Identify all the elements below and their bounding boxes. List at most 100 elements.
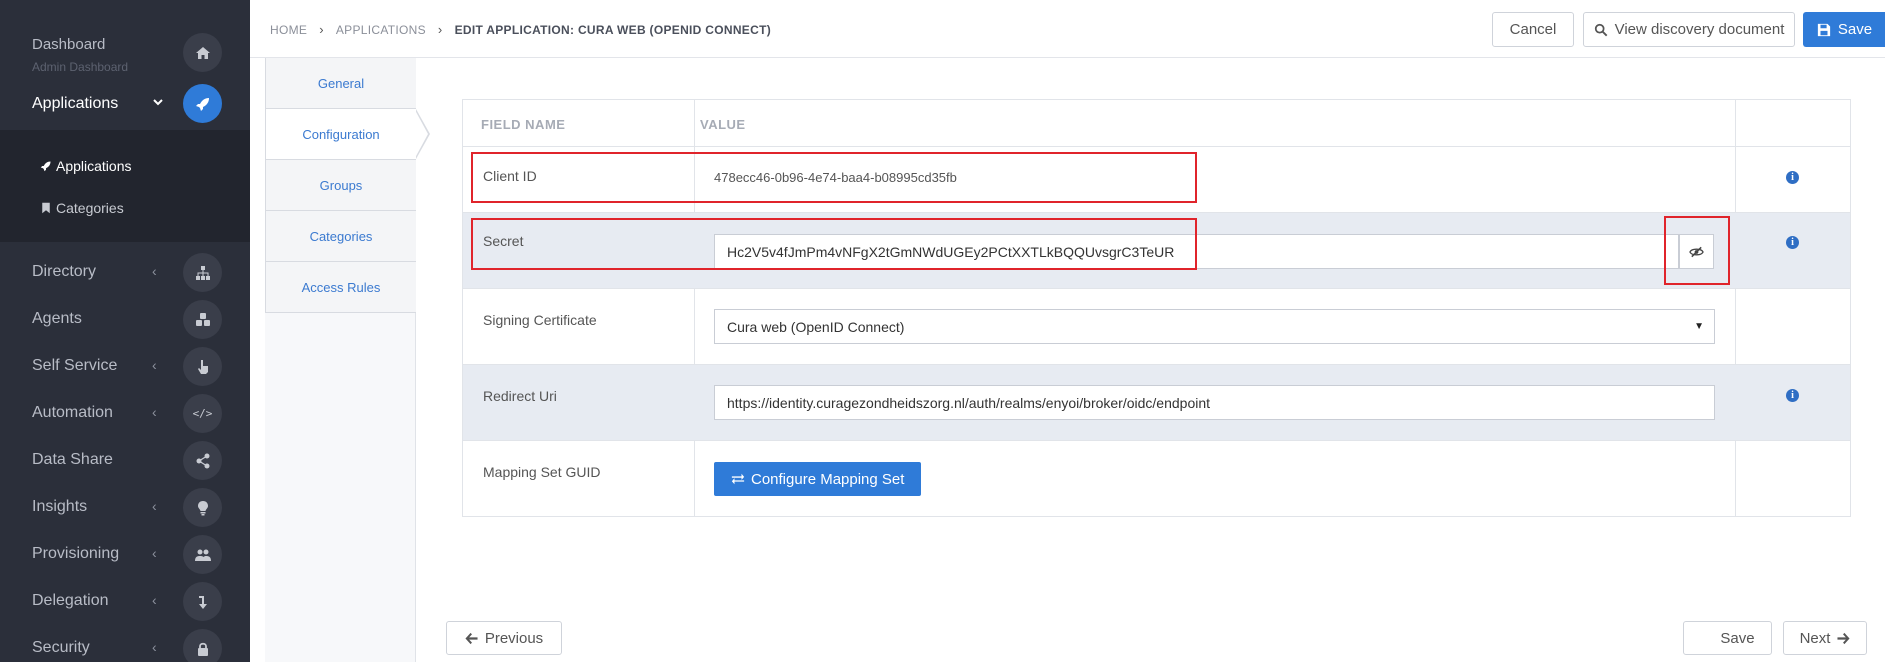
- submenu-item-categories[interactable]: Categories: [40, 200, 124, 216]
- breadcrumb-applications[interactable]: APPLICATIONS: [336, 23, 426, 37]
- sidebar-item-agents[interactable]: Agents: [0, 296, 250, 343]
- info-icon[interactable]: i: [1786, 236, 1799, 249]
- tab-label: Groups: [319, 177, 363, 193]
- chevron-left-icon: ‹: [152, 639, 157, 655]
- configuration-table: FIELD NAME VALUE Client ID 478ecc46-0b96…: [462, 99, 1851, 517]
- view-discovery-document-label: View discovery document: [1614, 21, 1785, 38]
- chevron-left-icon: ‹: [152, 357, 157, 373]
- sidebar: Dashboard Admin Dashboard Applications A…: [0, 0, 250, 662]
- field-label-client-id: Client ID: [483, 168, 537, 184]
- hand-pointer-icon: [183, 347, 222, 386]
- sidebar-item-label: Dashboard: [32, 36, 106, 53]
- sidebar-item-directory[interactable]: Directory ‹: [0, 249, 250, 296]
- code-icon: </>: [183, 394, 222, 433]
- submenu-item-label: Categories: [56, 200, 124, 216]
- header-value: VALUE: [700, 117, 746, 132]
- signing-certificate-select[interactable]: Cura web (OpenID Connect) ▼: [714, 309, 1715, 344]
- sidebar-item-label: Agents: [32, 310, 82, 327]
- redirect-uri-input-value: https://identity.curagezondheidszorg.nl/…: [727, 394, 1211, 411]
- header-field-name: FIELD NAME: [481, 117, 566, 132]
- configure-mapping-set-label: Configure Mapping Set: [751, 470, 905, 488]
- lightbulb-icon: [183, 488, 222, 527]
- row-mapping-set-guid: Mapping Set GUID Configure Mapping Set: [463, 440, 1850, 516]
- sidebar-item-label: Security: [32, 639, 90, 656]
- sidebar-item-label: Automation: [32, 404, 113, 421]
- tab-list: General Configuration Groups Categories …: [265, 58, 416, 662]
- sidebar-item-label: Self Service: [32, 357, 118, 374]
- sidebar-item-data-share[interactable]: Data Share: [0, 437, 250, 484]
- submenu-item-label: Applications: [56, 158, 132, 174]
- sidebar-item-self-service[interactable]: Self Service ‹: [0, 343, 250, 390]
- tab-groups[interactable]: Groups: [265, 160, 416, 211]
- chevron-down-icon: [152, 95, 164, 111]
- floppy-disk-icon: [1701, 632, 1713, 644]
- view-discovery-document-button[interactable]: View discovery document: [1583, 12, 1795, 47]
- tab-configuration[interactable]: Configuration: [265, 109, 416, 160]
- toggle-secret-visibility-button[interactable]: [1679, 234, 1714, 269]
- sidebar-item-delegation[interactable]: Delegation ‹: [0, 578, 250, 625]
- sidebar-item-label: Delegation: [32, 592, 109, 609]
- sidebar-item-label: Data Share: [32, 451, 113, 468]
- sidebar-item-label: Applications: [32, 95, 119, 112]
- arrow-right-icon: [1837, 632, 1850, 644]
- cancel-button[interactable]: Cancel: [1492, 12, 1574, 47]
- next-button[interactable]: Next: [1783, 621, 1867, 655]
- search-icon: [1594, 23, 1607, 36]
- sidebar-submenu: Applications Categories: [0, 130, 250, 242]
- sidebar-item-security[interactable]: Security ‹: [0, 625, 250, 662]
- field-label-mapping-set-guid: Mapping Set GUID: [483, 464, 601, 480]
- previous-button[interactable]: Previous: [446, 621, 562, 655]
- users-icon: [183, 535, 222, 574]
- client-id-value: 478ecc46-0b96-4e74-baa4-b08995cd35fb: [714, 170, 957, 185]
- top-bar: HOME › APPLICATIONS › EDIT APPLICATION: …: [250, 0, 1885, 58]
- secret-input[interactable]: Hc2V5v4fJmPm4vNFgX2tGmNWdUGEy2PCtXXTLkBQ…: [714, 234, 1679, 269]
- tab-general[interactable]: General: [265, 58, 416, 109]
- row-signing-certificate: Signing Certificate Cura web (OpenID Con…: [463, 288, 1850, 364]
- sidebar-item-applications[interactable]: Applications: [0, 80, 250, 130]
- sidebar-item-insights[interactable]: Insights ‹: [0, 484, 250, 531]
- row-client-id: Client ID 478ecc46-0b96-4e74-baa4-b08995…: [463, 146, 1850, 212]
- info-icon[interactable]: i: [1786, 171, 1799, 184]
- breadcrumb-separator-icon: ›: [319, 22, 324, 37]
- tab-access-rules[interactable]: Access Rules: [265, 262, 416, 313]
- tab-label: Configuration: [302, 126, 380, 142]
- sidebar-item-provisioning[interactable]: Provisioning ‹: [0, 531, 250, 578]
- chevron-left-icon: ‹: [152, 498, 157, 514]
- tab-label: Categories: [309, 228, 373, 244]
- submenu-item-applications[interactable]: Applications: [40, 158, 132, 174]
- sitemap-icon: [183, 253, 222, 292]
- save-button-label: Save: [1837, 21, 1873, 38]
- save-bottom-button[interactable]: Save: [1683, 621, 1772, 655]
- share-icon: [183, 441, 222, 480]
- chevron-left-icon: ‹: [152, 545, 157, 561]
- exchange-icon: [731, 473, 745, 485]
- previous-button-label: Previous: [484, 629, 544, 647]
- configure-mapping-set-button[interactable]: Configure Mapping Set: [714, 462, 922, 496]
- chevron-left-icon: ‹: [152, 592, 157, 608]
- sidebar-item-automation[interactable]: Automation ‹ </>: [0, 390, 250, 437]
- sidebar-item-dashboard[interactable]: Dashboard Admin Dashboard: [0, 0, 250, 80]
- save-button[interactable]: Save: [1803, 12, 1885, 47]
- lock-icon: [183, 629, 222, 662]
- info-icon[interactable]: i: [1786, 389, 1799, 402]
- home-icon: [183, 33, 222, 72]
- breadcrumb-home[interactable]: HOME: [270, 23, 307, 37]
- tab-categories[interactable]: Categories: [265, 211, 416, 262]
- redirect-uri-input[interactable]: https://identity.curagezondheidszorg.nl/…: [714, 385, 1715, 420]
- row-secret: Secret Hc2V5v4fJmPm4vNFgX2tGmNWdUGEy2PCt…: [463, 212, 1850, 288]
- breadcrumb-separator-icon: ›: [437, 22, 443, 37]
- bookmark-icon: [42, 202, 50, 214]
- arrow-left-icon: [465, 632, 478, 644]
- eye-slash-icon: [1689, 246, 1704, 257]
- level-down-icon: [183, 582, 222, 621]
- rocket-icon: [40, 161, 51, 172]
- breadcrumb: HOME › APPLICATIONS › EDIT APPLICATION: …: [270, 22, 771, 37]
- tab-label: General: [317, 75, 365, 91]
- cancel-button-label: Cancel: [1509, 21, 1557, 38]
- floppy-disk-icon: [1817, 23, 1831, 36]
- breadcrumb-current: EDIT APPLICATION: CURA WEB (OPENID CONNE…: [454, 22, 772, 37]
- field-label-secret: Secret: [483, 233, 524, 249]
- chevron-left-icon: ‹: [152, 404, 157, 420]
- active-tab-pointer-fill: [415, 110, 428, 158]
- sidebar-item-sublabel: Admin Dashboard: [32, 60, 129, 74]
